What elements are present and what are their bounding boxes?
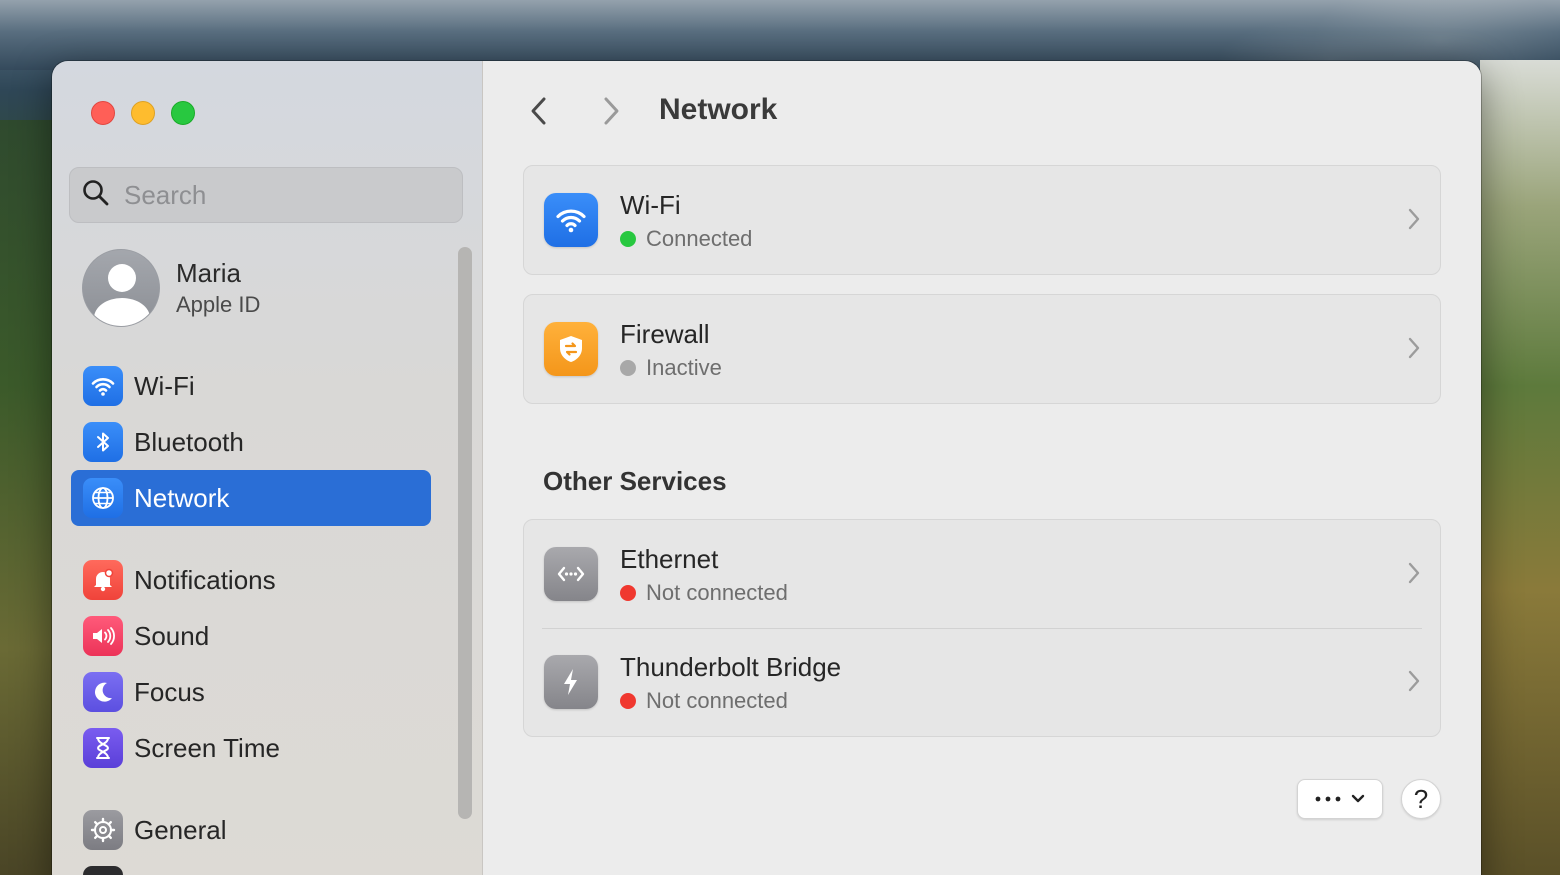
sidebar-item-next[interactable] <box>71 858 431 875</box>
sidebar-item-label: Notifications <box>134 564 276 595</box>
service-status: Inactive <box>646 355 722 380</box>
sidebar-item-general[interactable]: General <box>71 802 431 858</box>
chevron-left-icon <box>531 97 546 125</box>
service-row-thunderbolt-bridge[interactable]: Thunderbolt Bridge Not connected <box>524 628 1440 736</box>
forward-button[interactable] <box>593 93 629 129</box>
account-subtitle: Apple ID <box>176 292 261 317</box>
service-title: Wi-Fi <box>620 190 681 220</box>
appearance-icon <box>83 866 123 875</box>
hourglass-icon <box>83 728 123 768</box>
status-dot-gray <box>620 360 636 376</box>
chevron-right-icon <box>1408 670 1420 692</box>
ethernet-icon <box>544 547 598 601</box>
search-field[interactable] <box>69 167 463 223</box>
sidebar-item-focus[interactable]: Focus <box>71 664 431 720</box>
service-row-firewall[interactable]: Firewall Inactive <box>524 295 1440 403</box>
chevron-right-icon <box>1408 562 1420 584</box>
sidebar-item-label: Screen Time <box>134 732 280 763</box>
sidebar-scrollbar[interactable] <box>458 247 472 819</box>
search-input[interactable] <box>124 179 424 211</box>
sidebar-item-label: General <box>134 814 227 845</box>
wallpaper-mountain-ridge <box>0 0 1560 70</box>
page-title: Network <box>659 93 778 126</box>
bell-icon <box>83 560 123 600</box>
gear-icon <box>83 810 123 850</box>
speaker-icon <box>83 616 123 656</box>
close-window-button[interactable] <box>91 101 115 125</box>
account-name: Maria <box>176 258 242 288</box>
wallpaper-right-trees <box>1480 60 1560 875</box>
other-services-card: Ethernet Not connected Thunderbolt Bridg… <box>523 519 1441 737</box>
sidebar-item-label: Focus <box>134 676 205 707</box>
sidebar-item-label: Network <box>134 482 230 513</box>
search-icon <box>82 179 110 212</box>
wifi-icon <box>544 193 598 247</box>
status-dot-red <box>620 693 636 709</box>
wifi-icon <box>83 366 123 406</box>
service-title: Ethernet <box>620 544 719 574</box>
globe-icon <box>83 478 123 518</box>
sidebar-item-sound[interactable]: Sound <box>71 608 431 664</box>
wifi-card: Wi-Fi Connected <box>523 165 1441 275</box>
sidebar-item-network[interactable]: Network <box>71 470 431 526</box>
sidebar-item-notifications[interactable]: Notifications <box>71 552 431 608</box>
service-title: Firewall <box>620 319 710 349</box>
window-controls <box>91 101 195 125</box>
help-button[interactable]: ? <box>1401 779 1441 819</box>
chevron-down-icon <box>1351 794 1365 803</box>
chevron-right-icon <box>604 97 619 125</box>
thunderbolt-icon <box>544 655 598 709</box>
ellipsis-icon <box>1315 796 1341 802</box>
service-status: Not connected <box>646 688 788 713</box>
chevron-right-icon <box>1408 208 1420 230</box>
service-title: Thunderbolt Bridge <box>620 652 842 682</box>
sidebar-item-wifi[interactable]: Wi-Fi <box>71 358 431 414</box>
avatar <box>82 249 160 327</box>
firewall-card: Firewall Inactive <box>523 294 1441 404</box>
sidebar-item-label: Wi-Fi <box>134 370 195 401</box>
apple-id-account[interactable]: Maria Apple ID <box>82 249 260 327</box>
main-content: Network Wi-Fi Connected Firewall Inactiv… <box>483 61 1481 875</box>
zoom-window-button[interactable] <box>171 101 195 125</box>
sidebar-item-bluetooth[interactable]: Bluetooth <box>71 414 431 470</box>
wallpaper-left-trees <box>0 120 52 875</box>
bluetooth-icon <box>83 422 123 462</box>
section-title-other-services: Other Services <box>543 466 727 496</box>
more-actions-button[interactable] <box>1297 779 1383 819</box>
service-status: Connected <box>646 226 753 251</box>
shield-icon <box>544 322 598 376</box>
moon-icon <box>83 672 123 712</box>
service-row-wifi[interactable]: Wi-Fi Connected <box>524 166 1440 274</box>
chevron-right-icon <box>1408 337 1420 359</box>
system-settings-window: Maria Apple ID Wi-Fi Bluetooth <box>52 61 1481 875</box>
sidebar-item-label: Bluetooth <box>134 426 244 457</box>
back-button[interactable] <box>521 93 557 129</box>
minimize-window-button[interactable] <box>131 101 155 125</box>
sidebar: Maria Apple ID Wi-Fi Bluetooth <box>52 61 483 875</box>
sidebar-item-label: Sound <box>134 620 210 651</box>
service-status: Not connected <box>646 580 788 605</box>
status-dot-green <box>620 231 636 247</box>
status-dot-red <box>620 585 636 601</box>
service-row-ethernet[interactable]: Ethernet Not connected <box>524 520 1440 628</box>
sidebar-item-screen-time[interactable]: Screen Time <box>71 720 431 776</box>
